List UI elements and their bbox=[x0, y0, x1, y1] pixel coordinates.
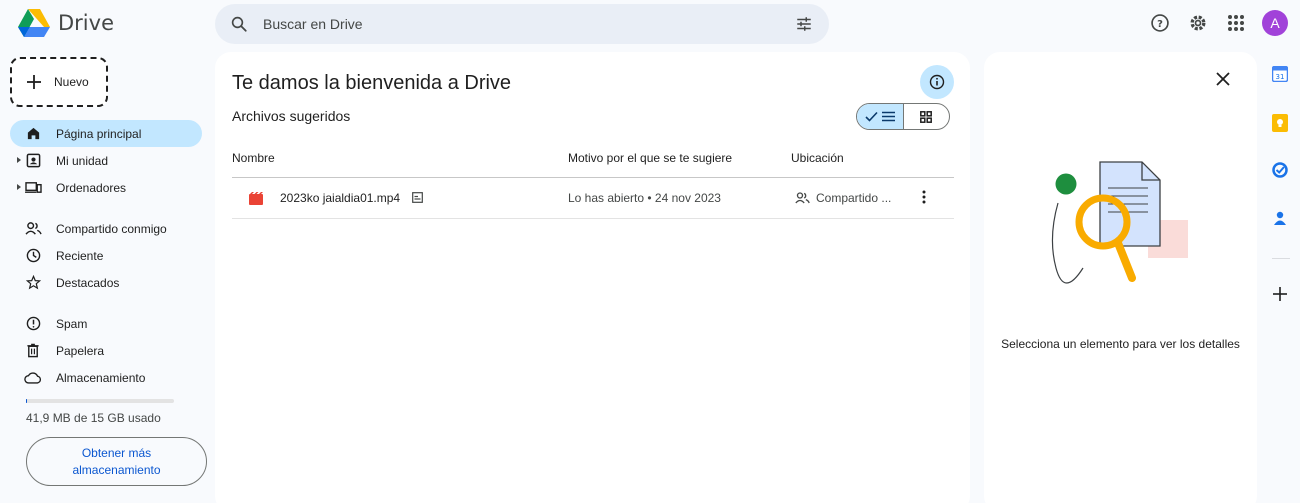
people-icon bbox=[24, 221, 42, 236]
sidebar-item-home[interactable]: Página principal bbox=[10, 120, 202, 147]
table-row[interactable]: 2023ko jaialdia01.mp4 Lo has abierto • 2… bbox=[232, 178, 954, 219]
list-view-button[interactable] bbox=[857, 104, 904, 129]
grid-view-button[interactable] bbox=[904, 104, 950, 129]
section-title: Archivos sugeridos bbox=[232, 108, 351, 124]
search-input[interactable] bbox=[263, 16, 779, 32]
trash-icon bbox=[24, 343, 42, 358]
rail-divider bbox=[1272, 258, 1290, 259]
sidebar-item-label: Mi unidad bbox=[56, 153, 109, 168]
file-name[interactable]: 2023ko jaialdia01.mp4 bbox=[280, 191, 400, 205]
main-panel: Te damos la bienvenida a Drive Archivos … bbox=[215, 52, 970, 503]
expand-caret-icon[interactable] bbox=[17, 184, 21, 190]
search-bar[interactable] bbox=[215, 4, 829, 44]
suggestion-reason: Lo has abierto • 24 nov 2023 bbox=[568, 191, 721, 205]
contacts-app-icon[interactable] bbox=[1272, 210, 1288, 231]
drive-logo-icon bbox=[18, 9, 50, 37]
details-info-icon[interactable] bbox=[920, 65, 954, 99]
search-icon[interactable] bbox=[215, 15, 263, 33]
subtitles-badge-icon bbox=[412, 192, 423, 206]
list-icon bbox=[881, 111, 895, 122]
sidebar-nav: Página principal Mi unidad Ordenadores C… bbox=[10, 120, 202, 391]
view-toggle bbox=[856, 103, 950, 130]
plus-icon bbox=[27, 75, 41, 89]
drive-logo[interactable]: Drive bbox=[18, 9, 114, 37]
shared-people-icon bbox=[795, 192, 810, 204]
details-panel: Selecciona un elemento para ver los deta… bbox=[984, 52, 1257, 503]
sidebar-item-label: Almacenamiento bbox=[56, 370, 146, 385]
sidebar-item-label: Destacados bbox=[56, 275, 120, 290]
sidebar-item-label: Ordenadores bbox=[56, 180, 127, 195]
sidebar-item-spam[interactable]: Spam bbox=[10, 310, 202, 337]
account-avatar[interactable]: A bbox=[1262, 10, 1288, 36]
sidebar-item-label: Página principal bbox=[56, 126, 142, 141]
computer-icon bbox=[24, 180, 42, 195]
more-actions-icon[interactable] bbox=[922, 190, 926, 207]
apps-grid-icon[interactable] bbox=[1224, 11, 1248, 35]
sidebar-item-shared[interactable]: Compartido conmigo bbox=[10, 215, 202, 242]
calendar-app-icon[interactable]: 31 bbox=[1271, 65, 1289, 87]
app-name: Drive bbox=[58, 11, 114, 35]
page-title: Te damos la bienvenida a Drive bbox=[232, 72, 512, 94]
column-header-name[interactable]: Nombre bbox=[232, 151, 275, 165]
sidebar-item-computers[interactable]: Ordenadores bbox=[10, 174, 202, 201]
settings-gear-icon[interactable] bbox=[1186, 11, 1210, 35]
get-more-storage-button[interactable]: Obtener más almacenamiento bbox=[26, 437, 207, 486]
sidebar-item-starred[interactable]: Destacados bbox=[10, 269, 202, 296]
column-header-location: Ubicación bbox=[791, 151, 844, 165]
tasks-app-icon[interactable] bbox=[1272, 162, 1288, 183]
sidebar-item-my-drive[interactable]: Mi unidad bbox=[10, 147, 202, 174]
sidebar-item-label: Papelera bbox=[56, 343, 105, 358]
sidebar-item-label: Compartido conmigo bbox=[56, 221, 167, 236]
details-empty-illustration bbox=[1051, 161, 1188, 284]
table-header: Nombre Motivo por el que se te sugiere U… bbox=[232, 144, 954, 178]
add-app-plus-icon[interactable] bbox=[1272, 286, 1288, 307]
star-icon bbox=[24, 275, 42, 290]
new-button-label: Nuevo bbox=[54, 75, 89, 89]
svg-text:?: ? bbox=[1157, 19, 1163, 30]
sidebar-item-trash[interactable]: Papelera bbox=[10, 337, 202, 364]
check-icon bbox=[865, 111, 878, 122]
sidebar-item-recent[interactable]: Reciente bbox=[10, 242, 202, 269]
storage-usage-fill bbox=[26, 399, 28, 403]
file-location[interactable]: Compartido ... bbox=[795, 191, 891, 205]
keep-app-icon[interactable] bbox=[1272, 114, 1288, 137]
details-empty-text: Selecciona un elemento para ver los deta… bbox=[1001, 337, 1240, 351]
column-header-reason: Motivo por el que se te sugiere bbox=[568, 151, 733, 165]
spam-icon bbox=[24, 316, 42, 331]
svg-text:31: 31 bbox=[1276, 73, 1285, 81]
sidebar-item-label: Spam bbox=[56, 316, 88, 331]
storage-usage-bar bbox=[26, 399, 174, 403]
header-actions: ? A bbox=[1148, 10, 1288, 36]
sidebar-item-label: Reciente bbox=[56, 248, 104, 263]
clock-icon bbox=[24, 248, 42, 263]
close-icon[interactable] bbox=[1216, 72, 1230, 91]
home-icon bbox=[24, 126, 42, 141]
new-button[interactable]: Nuevo bbox=[10, 57, 108, 107]
help-icon[interactable]: ? bbox=[1148, 11, 1172, 35]
cloud-icon bbox=[24, 371, 42, 384]
storage-usage-text: 41,9 MB de 15 GB usado bbox=[26, 411, 161, 425]
drive-icon bbox=[24, 153, 42, 168]
location-label: Compartido ... bbox=[816, 191, 892, 205]
grid-icon bbox=[920, 110, 933, 123]
sidebar-item-storage[interactable]: Almacenamiento bbox=[10, 364, 202, 391]
video-file-icon bbox=[249, 192, 263, 208]
search-options-icon[interactable] bbox=[779, 15, 829, 33]
expand-caret-icon[interactable] bbox=[17, 157, 21, 163]
